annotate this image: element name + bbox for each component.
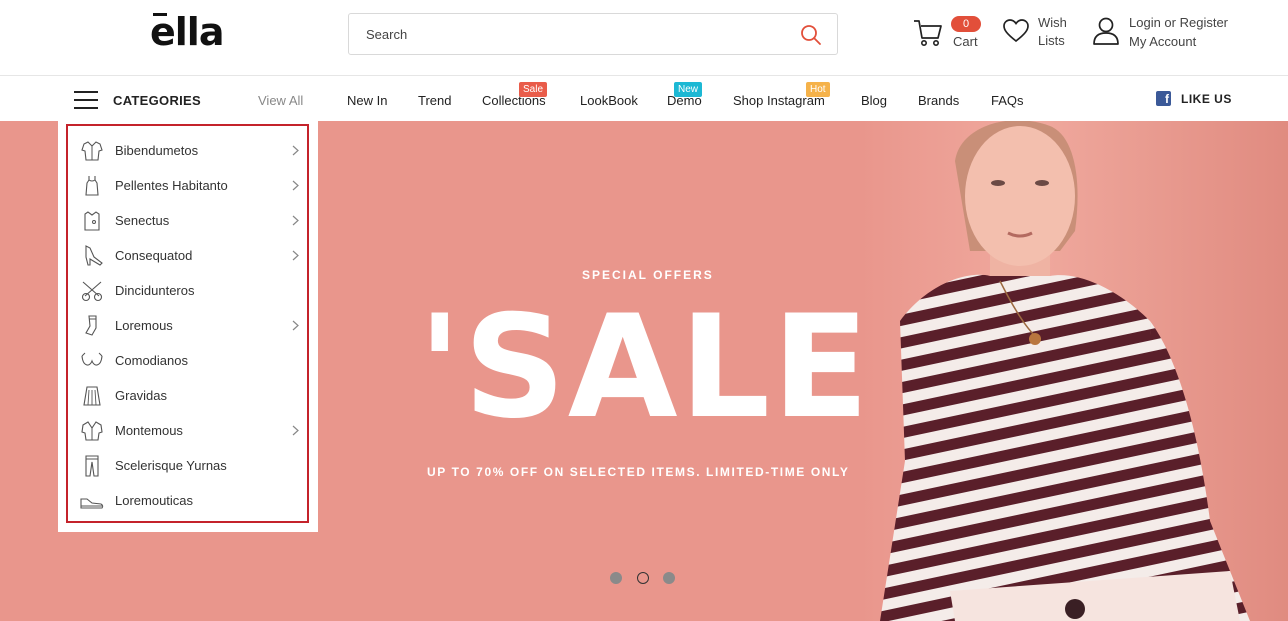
chevron-right-icon [292,250,299,261]
account-link[interactable]: Login or Register My Account [1092,14,1242,56]
chevron-right-icon [292,215,299,226]
hero-headline: 'SALE [418,285,872,450]
search-box [348,13,838,55]
sale-badge: Sale [519,82,548,97]
chevron-right-icon [292,320,299,331]
category-label: Scelerisque Yurnas [115,458,227,473]
new-badge: New [674,82,703,97]
dress-icon [85,176,99,196]
heel-icon [85,245,103,266]
category-item-pellentes-habitanto[interactable]: Pellentes Habitanto [68,168,307,203]
hero-kicker: SPECIAL OFFERS [582,268,714,282]
sock-icon [85,315,97,336]
category-item-dincidunteros[interactable]: Dincidunteros [68,273,307,308]
menu-icon[interactable] [74,91,98,109]
cart-icon [914,20,942,46]
search-icon[interactable] [799,23,823,47]
category-label: Dincidunteros [115,283,195,298]
my-account-link[interactable]: My Account [1129,34,1196,49]
wishlist-link[interactable]: Wish Lists [1002,14,1082,54]
nav-blog[interactable]: Blog [861,93,887,108]
category-item-consequatod[interactable]: Consequatod [68,238,307,273]
nav-lookbook[interactable]: LookBook [580,93,638,108]
category-label: Pellentes Habitanto [115,178,228,193]
slider-dots [610,572,680,586]
model-image [880,121,1250,621]
heart-icon [1003,19,1029,43]
logo[interactable]: ella [150,10,224,54]
category-label: Bibendumetos [115,143,199,158]
category-list: Bibendumetos Pellentes Habitanto Senectu… [66,124,309,523]
nav-shop-instagram[interactable]: Shop Instagram Hot [733,82,830,108]
shirt-icon [81,141,103,161]
chevron-right-icon [292,425,299,436]
cart-count-badge: 0 [951,16,981,32]
facebook-icon: f [1156,91,1171,106]
nav-brands[interactable]: Brands [918,93,959,108]
hot-badge: Hot [806,82,830,97]
view-all-link[interactable]: View All [258,93,303,108]
pants-icon [85,455,99,477]
categories-title: CATEGORIES [113,93,201,108]
category-item-bibendumetos[interactable]: Bibendumetos [68,133,307,168]
category-item-comodianos[interactable]: Comodianos [68,343,307,378]
nav-faqs[interactable]: FAQs [991,93,1024,108]
category-item-senectus[interactable]: Senectus [68,203,307,238]
wishlist-label-line2: Lists [1038,33,1065,48]
categories-panel: CATEGORIES View All Bibendumetos Pellent… [58,77,318,532]
search-input[interactable] [349,14,789,54]
slide-dot-1[interactable] [610,572,622,584]
category-item-loremous[interactable]: Loremous [68,308,307,343]
login-register-link[interactable]: Login or Register [1129,15,1228,30]
sunglasses-icon [81,281,103,302]
category-item-loremouticas[interactable]: Loremouticas [68,483,307,518]
category-label: Consequatod [115,248,193,263]
nav-demo[interactable]: Demo New [667,82,703,108]
jacket-icon [81,421,103,441]
nav-trend[interactable]: Trend [418,93,451,108]
header: ella 0 Cart Wish Lists Login or Register… [0,0,1288,76]
category-label: Gravidas [115,388,168,403]
wishlist-label-line1: Wish [1038,15,1067,30]
skirt-icon [83,386,101,406]
category-label: Loremous [115,318,173,333]
sneaker-icon [80,498,104,509]
slide-dot-2[interactable] [637,572,649,584]
nav-new-in[interactable]: New In [347,93,387,108]
category-label: Senectus [115,213,170,228]
like-us-label: LIKE US [1181,92,1232,106]
top-icon [84,211,100,231]
chevron-right-icon [292,145,299,156]
category-item-scelerisque-yurnas[interactable]: Scelerisque Yurnas [68,448,307,483]
cart-label: Cart [953,34,978,49]
category-label: Montemous [115,423,183,438]
chevron-right-icon [292,180,299,191]
hero-subline: UP TO 70% OFF ON SELECTED ITEMS. LIMITED… [427,465,850,479]
nav-collections[interactable]: Collections Sale [482,82,548,108]
slide-dot-3[interactable] [663,572,675,584]
user-icon [1093,17,1119,45]
category-label: Comodianos [115,353,188,368]
category-item-gravidas[interactable]: Gravidas [68,378,307,413]
category-label: Loremouticas [115,493,194,508]
categories-header: CATEGORIES View All [58,77,318,121]
cart-link[interactable]: 0 Cart [912,14,992,54]
bra-icon [81,352,103,366]
category-item-montemous[interactable]: Montemous [68,413,307,448]
